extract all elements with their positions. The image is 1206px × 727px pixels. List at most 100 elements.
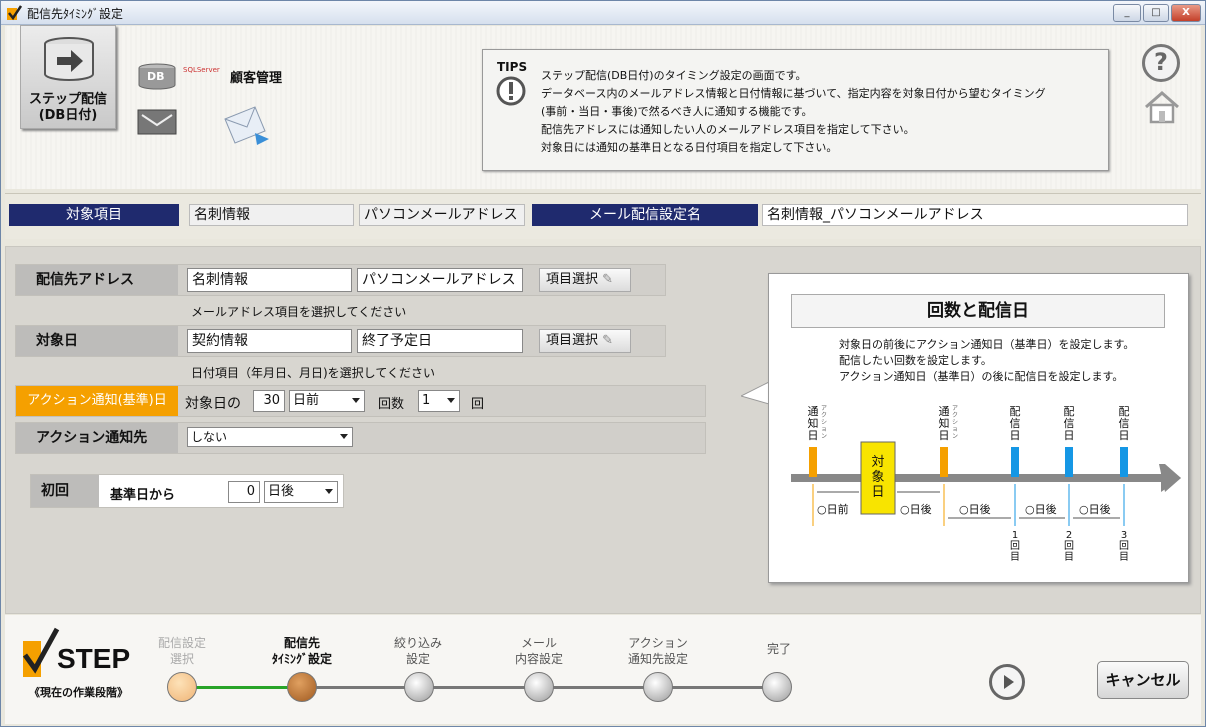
mail-icon <box>137 109 177 135</box>
step-title: STEP <box>57 643 131 674</box>
tips-heading: TIPS <box>497 60 528 74</box>
date-label: 対象日 <box>16 326 178 356</box>
step-3-line2: 設定 <box>405 652 430 666</box>
action-count-unit: 回 <box>471 397 485 412</box>
step-dot-1 <box>167 672 197 702</box>
tips-line: ステップ配信(DB日付)のタイミング設定の画面です。 <box>541 69 807 82</box>
notify-mark-label-1: 通知日 <box>807 405 819 442</box>
help-icon[interactable]: ? <box>1142 44 1180 82</box>
address-label: 配信先アドレス <box>16 265 178 295</box>
after-label-4: ○日後 <box>1079 503 1111 516</box>
before-label: ○日前 <box>817 503 849 516</box>
db-label: DB <box>147 70 165 83</box>
step-4-line1: メール <box>520 636 557 650</box>
step-dot-5 <box>643 672 673 702</box>
action-prefix: 対象日の <box>185 396 241 412</box>
step-label-4: メール 内容設定 <box>499 635 579 667</box>
panel-pointer <box>741 382 771 405</box>
action-when-select[interactable]: 日前 <box>289 390 365 412</box>
tips-line: (事前・当日・事後)で然るべき人に通知する機能です。 <box>541 105 813 118</box>
step-1-line1: 配信設定 <box>157 636 206 650</box>
action-small-label-2: アクション <box>952 405 959 440</box>
notify-label: アクション通知先 <box>16 423 178 453</box>
step-dot-6 <box>762 672 792 702</box>
address-field-input[interactable]: パソコンメールアドレス <box>357 268 523 292</box>
step-label-2: 配信先 ﾀｲﾐﾝｸﾞ設定 <box>259 635 345 667</box>
notify-mark-label-2: 通知日 <box>938 405 950 442</box>
action-date-label: アクション通知(基準)日 <box>16 386 178 416</box>
timing-explanation-panel: 回数と配信日 対象日の前後にアクション通知日（基準日）を設定します。 配信したい… <box>768 273 1189 583</box>
step-delivery-db-button[interactable]: ステップ配信 (DB日付) <box>20 25 116 129</box>
chevron-down-icon <box>340 434 348 439</box>
home-icon[interactable] <box>1142 89 1182 125</box>
close-button[interactable]: X <box>1171 4 1201 22</box>
after-label-3: ○日後 <box>1025 503 1057 516</box>
step-2-line2: ﾀｲﾐﾝｸﾞ設定 <box>271 652 332 666</box>
first-days-input[interactable]: 0 <box>228 481 260 503</box>
step-5-line1: アクション <box>628 636 688 650</box>
target-day-box-label: 対象日 <box>871 455 885 500</box>
address-table-input[interactable]: 名刺情報 <box>187 268 352 292</box>
action-count-label: 回数 <box>378 397 405 412</box>
step-5-line2: 通知先設定 <box>627 652 688 666</box>
target-table-field: 名刺情報 <box>189 204 354 226</box>
action-count-select[interactable]: 1 <box>418 390 460 412</box>
address-select-button[interactable]: 項目選択 ✎ <box>539 268 631 292</box>
step-button-line2: (DB日付) <box>38 108 98 123</box>
send-mail-icon <box>224 106 269 145</box>
step-label-1: 配信設定 選択 <box>151 635 213 667</box>
first-label: 初回 <box>31 475 99 507</box>
current-stage-label: 《現在の作業段階》 <box>29 686 128 699</box>
step-3-line1: 絞り込み <box>393 636 442 650</box>
step-label-3: 絞り込み 設定 <box>386 635 450 667</box>
haishin-label-2: 配信日 <box>1063 405 1075 442</box>
step-button-line1: ステップ配信 <box>28 92 107 107</box>
mail-setting-name-label: メール配信設定名 <box>532 204 758 226</box>
tips-box: TIPS ステップ配信(DB日付)のタイミング設定の画面です。 データベース内の… <box>482 49 1109 171</box>
chevron-down-icon <box>447 398 455 403</box>
select-button-label: 項目選択 <box>546 333 599 348</box>
after-label-2: ○日後 <box>959 503 991 516</box>
minimize-button[interactable]: _ <box>1113 4 1141 22</box>
pencil-icon: ✎ <box>602 333 614 348</box>
app-check-icon <box>7 5 22 21</box>
tips-line: 対象日には通知の基準日となる日付項目を指定して下さい。 <box>541 141 838 154</box>
step-1-line2: 選択 <box>169 652 194 666</box>
mail-setting-name-input[interactable]: 名刺情報_パソコンメールアドレス <box>762 204 1188 226</box>
tips-line: 配信先アドレスには通知したい人のメールアドレス項目を指定して下さい。 <box>541 123 915 136</box>
notify-select[interactable]: しない <box>187 427 353 447</box>
notify-value: しない <box>191 430 228 444</box>
step-dot-4 <box>524 672 554 702</box>
first-when-select[interactable]: 日後 <box>264 481 338 503</box>
step-check-icon <box>22 627 60 677</box>
cancel-button[interactable]: キャンセル <box>1097 661 1189 699</box>
select-button-label: 項目選択 <box>546 272 599 287</box>
step-4-line2: 内容設定 <box>514 652 563 666</box>
db-arrow-icon <box>44 37 94 81</box>
step-2-line1: 配信先 <box>283 636 320 650</box>
tips-line: データベース内のメールアドレス情報と日付情報に基づいて、指定内容を対象日付から望… <box>541 87 1046 100</box>
action-count-value: 1 <box>422 393 431 408</box>
count-3-label: 3回目 <box>1119 530 1129 563</box>
action-days-input[interactable]: 30 <box>253 390 285 412</box>
step-6-line1: 完了 <box>766 642 791 656</box>
address-hint: メールアドレス項目を選択してください <box>191 305 407 319</box>
step-dot-3 <box>404 672 434 702</box>
first-when-value: 日後 <box>268 484 295 499</box>
first-base-label: 基準日から <box>110 488 176 503</box>
pencil-icon: ✎ <box>602 272 614 287</box>
window-title: 配信先ﾀｲﾐﾝｸﾞ設定 <box>27 7 124 21</box>
chevron-down-icon <box>352 398 360 403</box>
date-select-button[interactable]: 項目選択 ✎ <box>539 329 631 353</box>
date-field-input[interactable]: 終了予定日 <box>357 329 523 353</box>
haishin-label-3: 配信日 <box>1118 405 1130 442</box>
count-1-label: 1回目 <box>1010 530 1020 563</box>
date-table-input[interactable]: 契約情報 <box>187 329 352 353</box>
step-label-6: 完了 <box>749 641 809 657</box>
maximize-button[interactable]: □ <box>1143 4 1169 22</box>
title-bar: 配信先ﾀｲﾐﾝｸﾞ設定 _ □ X <box>1 1 1205 25</box>
customer-management-label: 顧客管理 <box>230 71 283 86</box>
action-small-label-1: アクション <box>821 405 828 440</box>
next-play-button[interactable] <box>989 664 1025 700</box>
chevron-down-icon <box>325 489 333 494</box>
